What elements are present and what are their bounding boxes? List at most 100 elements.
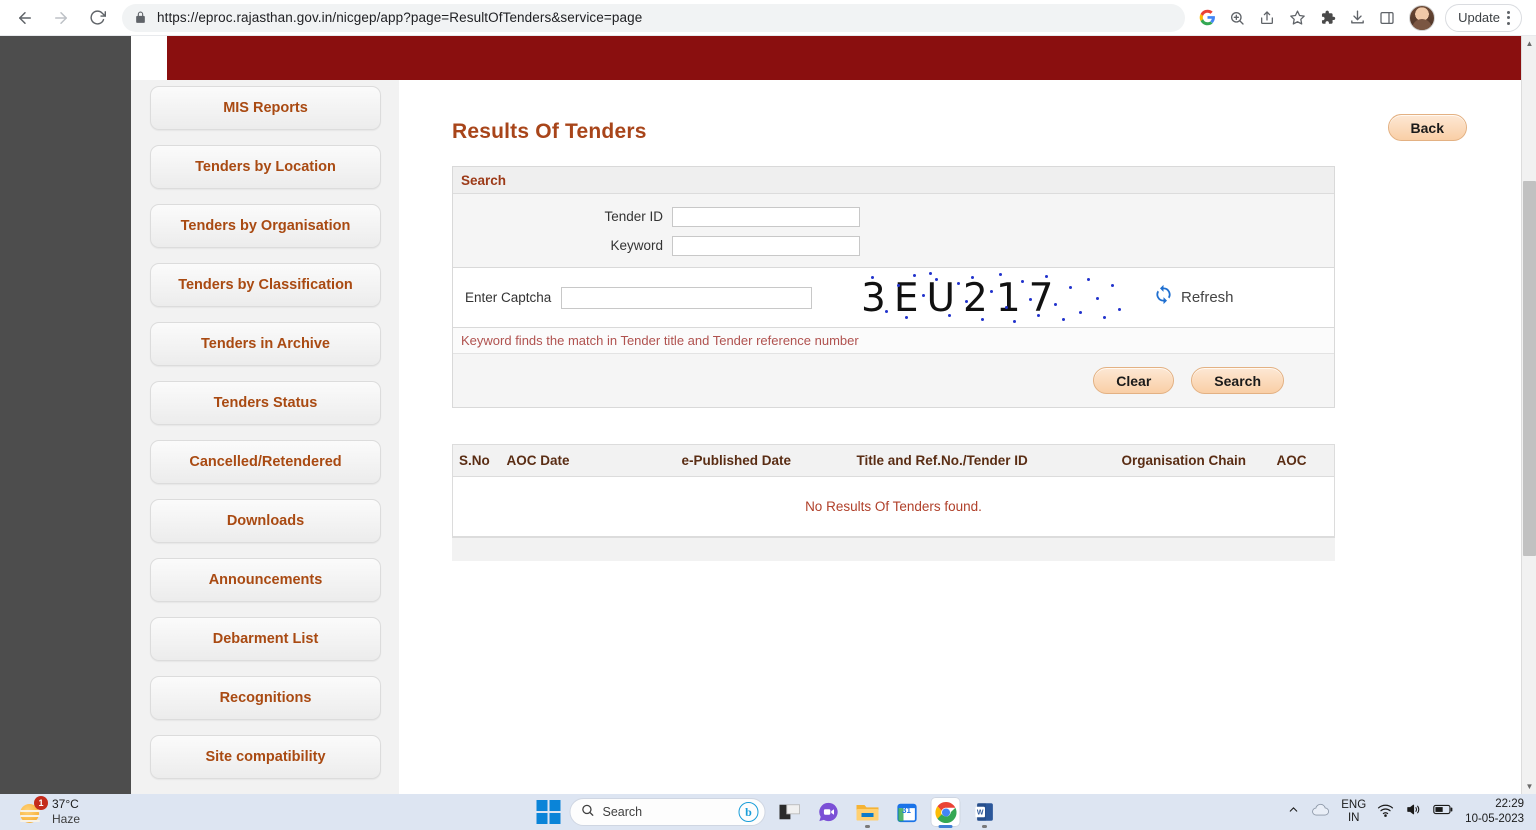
start-button-icon[interactable] [536, 800, 561, 824]
captcha-refresh-button[interactable]: Refresh [1153, 284, 1234, 310]
taskbar-clock[interactable]: 22:29 10-05-2023 [1465, 797, 1524, 827]
site-logo-area [131, 36, 167, 80]
search-icon [581, 803, 595, 822]
back-button[interactable]: Back [1387, 114, 1467, 141]
column-header-aoc-date: AOC Date [500, 444, 676, 477]
weather-temperature: 37°C [52, 797, 79, 811]
keyword-label: Keyword [610, 238, 663, 253]
reload-icon[interactable] [82, 3, 112, 33]
sidebar-item-cancelled-retendered[interactable]: Cancelled/Retendered [150, 440, 381, 484]
google-icon[interactable] [1193, 4, 1221, 32]
calendar-icon[interactable]: 31 [892, 797, 922, 827]
battery-icon[interactable] [1433, 803, 1454, 821]
word-icon[interactable]: W [970, 797, 1000, 828]
weather-widget[interactable]: 1 37°C Haze [0, 796, 81, 827]
clear-button[interactable]: Clear [1093, 367, 1175, 394]
sidebar-menu: MIS Reports Tenders by Location Tenders … [131, 80, 399, 794]
tender-id-input[interactable] [672, 206, 860, 227]
column-header-sno: S.No [452, 444, 501, 477]
refresh-icon [1153, 284, 1174, 310]
sidebar-item-tenders-status[interactable]: Tenders Status [150, 381, 381, 425]
search-actions: Clear Search [453, 353, 1334, 407]
captcha-row: Enter Captcha 3EU217 Refresh [453, 267, 1334, 327]
sidebar-item-recognitions[interactable]: Recognitions [150, 676, 381, 720]
table-row: No Results Of Tenders found. [452, 476, 1335, 537]
search-panel: Search Tender ID Keyword Enter Captcha 3… [452, 166, 1335, 408]
avatar[interactable] [1409, 4, 1436, 31]
sidebar-item-site-compatibility[interactable]: Site compatibility [150, 735, 381, 779]
sidebar-item-tenders-by-organisation[interactable]: Tenders by Organisation [150, 204, 381, 248]
table-footer [452, 537, 1335, 561]
sidebar-item-label: Downloads [226, 513, 305, 529]
haze-icon: 1 [18, 796, 48, 825]
system-tray: ENG IN 22:29 10-05-2023 [1287, 797, 1536, 827]
sidebar-item-label: Recognitions [219, 690, 312, 706]
search-button[interactable]: Search [1191, 367, 1284, 394]
show-hidden-icons-chevron-icon[interactable] [1287, 803, 1300, 821]
sidebar-item-tenders-by-location[interactable]: Tenders by Location [150, 145, 381, 189]
keyword-input[interactable] [672, 235, 860, 256]
no-results-message: No Results Of Tenders found. [452, 476, 1335, 537]
captcha-input[interactable] [561, 286, 813, 309]
sidebar-item-announcements[interactable]: Announcements [150, 558, 381, 602]
sidebar-item-tenders-in-archive[interactable]: Tenders in Archive [150, 322, 381, 366]
sidebar-item-downloads[interactable]: Downloads [150, 499, 381, 543]
sidebar-item-tenders-by-classification[interactable]: Tenders by Classification [150, 263, 381, 307]
scroll-down-icon[interactable]: ▼ [1522, 779, 1536, 794]
browser-actions: Update [1193, 3, 1536, 32]
sidebar-item-label: Tenders in Archive [201, 336, 330, 352]
refresh-label: Refresh [1181, 288, 1234, 306]
volume-icon[interactable] [1405, 802, 1422, 822]
weather-condition: Haze [52, 812, 81, 826]
notification-badge: 1 [34, 796, 48, 810]
page-content: MIS Reports Tenders by Location Tenders … [131, 80, 1521, 794]
tender-id-row: Tender ID [453, 204, 1334, 229]
search-fields: Tender ID Keyword [453, 194, 1334, 267]
table-header-row: S.No AOC Date e-Published Date Title and… [452, 444, 1335, 477]
column-header-epublished-date: e-Published Date [675, 444, 851, 477]
clock-time: 22:29 [1495, 798, 1524, 811]
column-header-organisation-chain: Organisation Chain [1115, 444, 1271, 477]
calendar-day: 31 [902, 806, 911, 815]
file-explorer-icon[interactable] [853, 797, 883, 828]
side-panel-icon[interactable] [1373, 4, 1401, 32]
browser-menu-icon[interactable] [1504, 10, 1513, 25]
share-icon[interactable] [1253, 4, 1281, 32]
search-panel-title: Search [453, 167, 1334, 194]
task-view-icon[interactable] [775, 797, 805, 827]
wifi-icon[interactable] [1377, 803, 1394, 822]
sidebar-item-mis-reports[interactable]: MIS Reports [150, 86, 381, 130]
bookmark-star-icon[interactable] [1283, 4, 1311, 32]
language-indicator[interactable]: ENG IN [1341, 799, 1366, 825]
zoom-icon[interactable] [1223, 4, 1251, 32]
update-label: Update [1458, 10, 1500, 25]
sidebar-item-label: Announcements [208, 572, 323, 588]
results-table: S.No AOC Date e-Published Date Title and… [452, 444, 1335, 537]
sidebar-item-label: Debarment List [212, 631, 319, 647]
sidebar-item-label: Tenders Status [213, 395, 318, 411]
chat-icon[interactable] [814, 797, 844, 827]
keyword-row: Keyword [453, 233, 1334, 258]
scrollbar-thumb[interactable] [1523, 181, 1536, 556]
chrome-icon[interactable] [930, 797, 961, 828]
taskbar-search[interactable]: Search b [569, 798, 766, 826]
bing-chat-icon[interactable]: b [738, 802, 759, 822]
web-page: MIS Reports Tenders by Location Tenders … [131, 36, 1521, 794]
sidebar-item-debarment-list[interactable]: Debarment List [150, 617, 381, 661]
address-bar[interactable]: https://eproc.rajasthan.gov.in/nicgep/ap… [122, 3, 1186, 32]
extensions-puzzle-icon[interactable] [1313, 4, 1341, 32]
update-button[interactable]: Update [1445, 3, 1522, 32]
taskbar-apps: Search b 31 W [536, 797, 1000, 828]
language-line2: IN [1347, 812, 1360, 824]
forward-arrow-icon[interactable] [46, 3, 76, 33]
back-arrow-icon[interactable] [10, 3, 40, 33]
cloud-icon[interactable] [1311, 802, 1330, 822]
page-scrollbar[interactable]: ▲ ▼ [1521, 36, 1536, 794]
keyword-hint: Keyword finds the match in Tender title … [453, 327, 1334, 353]
browser-viewport: MIS Reports Tenders by Location Tenders … [0, 36, 1536, 794]
page-title: Results Of Tenders [452, 120, 647, 143]
word-letter: W [976, 810, 983, 817]
scroll-up-icon[interactable]: ▲ [1522, 36, 1536, 51]
downloads-icon[interactable] [1343, 4, 1371, 32]
taskbar-search-placeholder: Search [602, 805, 643, 819]
